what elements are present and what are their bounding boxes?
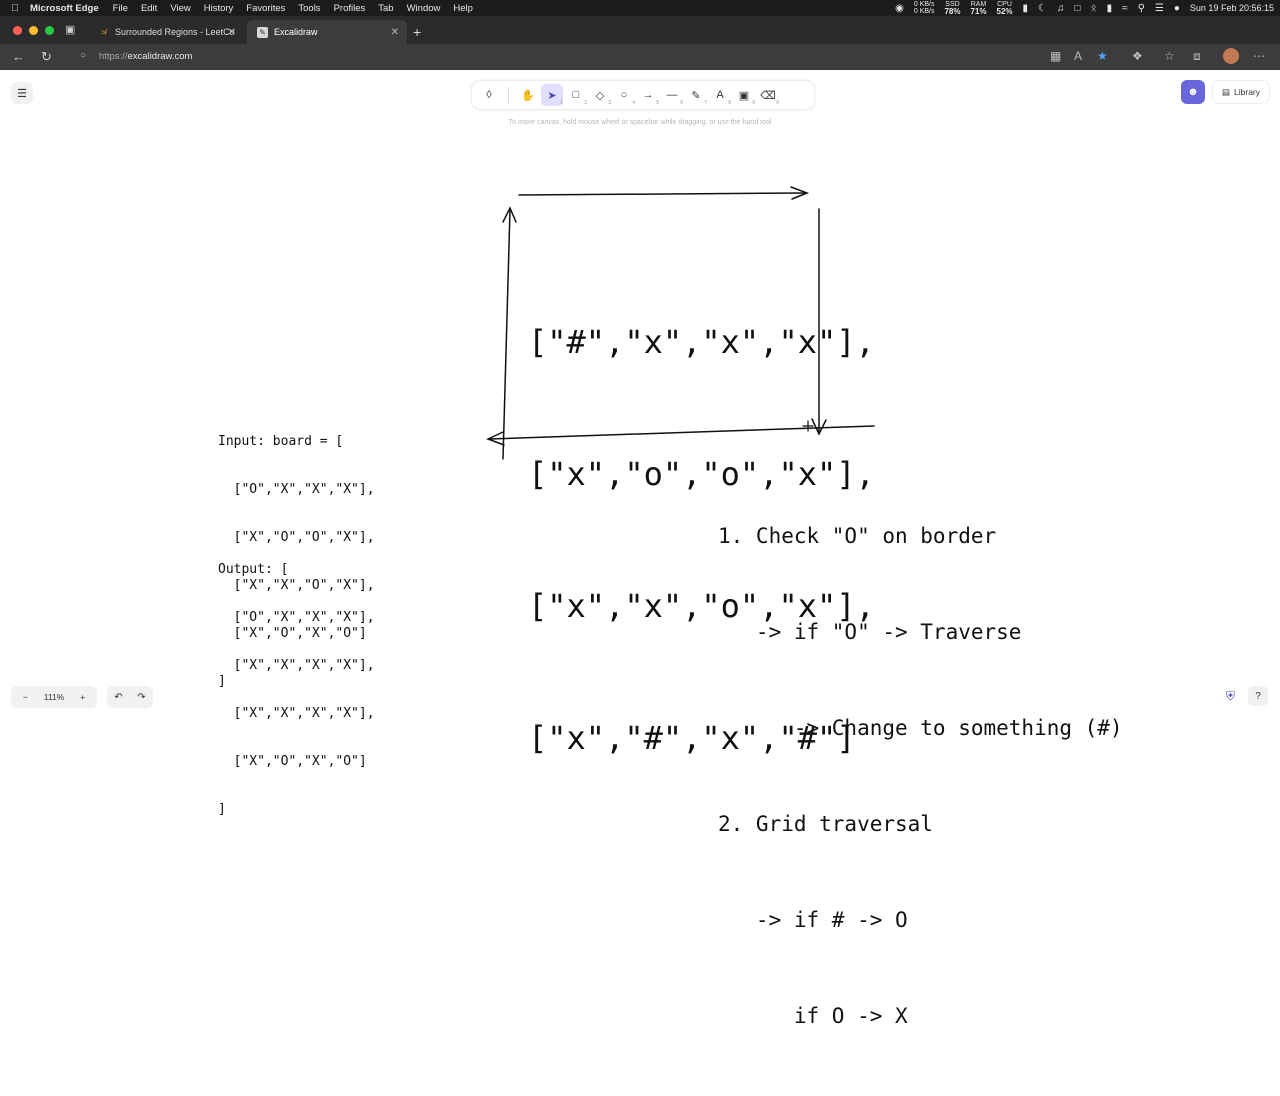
history-controls: ↶ ↷ bbox=[107, 686, 153, 708]
bluetooth-icon[interactable]: ᛟ bbox=[1091, 3, 1097, 14]
zoom-controls: − 111% + bbox=[11, 686, 97, 708]
menu-bar:  Microsoft Edge File Edit View History … bbox=[0, 0, 1280, 16]
more-icon[interactable]: ⋯ bbox=[1253, 49, 1265, 63]
address-bar: ← ↻ ○ https://excalidraw.com ▦ A ★ ❖ ☆ ⧈… bbox=[0, 44, 1280, 70]
favorite-star-icon[interactable]: ★ bbox=[1097, 49, 1108, 63]
collections-icon[interactable]: ⧈ bbox=[1193, 49, 1201, 64]
battery-icon[interactable]: ▮ bbox=[1023, 3, 1029, 14]
tab-excalidraw[interactable]: ✎ Excalidraw ✕ bbox=[247, 20, 407, 44]
refresh-icon[interactable]: ↻ bbox=[41, 49, 52, 65]
network-stat: 0 KB/s 0 KB/s bbox=[913, 1, 935, 15]
output-line: ] bbox=[218, 802, 226, 817]
back-icon[interactable]: ← bbox=[12, 49, 25, 64]
ssd-stat: SSD 78% bbox=[944, 1, 961, 16]
wifi-icon[interactable]: ≈ bbox=[1122, 3, 1128, 14]
menu-file[interactable]: File bbox=[113, 3, 128, 14]
output-example-text[interactable]: Output: [ ["O","X","X","X"], ["X","X","X… bbox=[218, 530, 375, 850]
cpu-stat: CPU 52% bbox=[996, 1, 1013, 16]
lock-icon[interactable]: ○ bbox=[80, 50, 86, 61]
search-icon[interactable]: ⚲ bbox=[1138, 3, 1145, 14]
output-line: ["O","X","X","X"], bbox=[218, 610, 375, 625]
shield-icon[interactable]: ⛨ bbox=[1226, 689, 1235, 704]
top-arrow-right[interactable] bbox=[518, 186, 810, 200]
clock[interactable]: Sun 19 Feb 20:56:15 bbox=[1190, 3, 1274, 13]
excalidraw-icon: ✎ bbox=[257, 26, 268, 38]
help-icon: ? bbox=[1255, 690, 1261, 702]
tab-leetcode[interactable]: ≯ Surrounded Regions - LeetCo ✕ bbox=[88, 20, 244, 44]
step-line: 1. Check "O" on border bbox=[718, 524, 997, 548]
menu-tools[interactable]: Tools bbox=[298, 3, 320, 14]
battery-level-icon[interactable]: ▮ bbox=[1107, 3, 1113, 14]
tab-title: Excalidraw bbox=[274, 27, 318, 37]
left-arrow-up[interactable] bbox=[502, 206, 517, 460]
zoom-in-button[interactable]: + bbox=[68, 692, 97, 702]
help-button[interactable]: ? bbox=[1248, 686, 1268, 706]
excalidraw-canvas[interactable]: ☰ ◊ ✋ ➤ 1 □ 2 ◇ 3 ○ 4 → 5 —6 ✎ 7 A8 ▣ 9 ⌫ 0 To m… bbox=[0, 70, 1280, 1028]
keyboard-input-icon[interactable]: □ bbox=[1075, 3, 1081, 14]
control-center-icon[interactable]: ☰ bbox=[1155, 3, 1164, 14]
menu-tab[interactable]: Tab bbox=[378, 3, 393, 14]
activity-icon[interactable]: ◉ bbox=[895, 3, 904, 14]
extensions-icon[interactable]: ❖ bbox=[1132, 49, 1143, 63]
algorithm-steps-text[interactable]: 1. Check "O" on border -> if "O" -> Trav… bbox=[718, 456, 1123, 1096]
close-tab-icon[interactable]: ✕ bbox=[391, 27, 399, 38]
step-line: -> if # -> O bbox=[718, 908, 908, 932]
app-name[interactable]: Microsoft Edge bbox=[30, 3, 99, 14]
redo-icon[interactable]: ↷ bbox=[130, 692, 153, 703]
step-line: -> if "O" -> Traverse bbox=[718, 620, 1022, 644]
url-field[interactable]: https://excalidraw.com bbox=[99, 51, 192, 62]
minimize-window-button[interactable] bbox=[29, 26, 38, 35]
tab-actions-icon[interactable]: ▣ bbox=[65, 23, 79, 37]
menu-edit[interactable]: Edit bbox=[141, 3, 157, 14]
headphones-icon[interactable]: ♫ bbox=[1057, 3, 1065, 14]
tab-title: Surrounded Regions - LeetCo bbox=[115, 27, 235, 37]
siri-icon[interactable]: ● bbox=[1174, 3, 1180, 14]
ram-stat: RAM 71% bbox=[970, 1, 987, 16]
step-line: if O -> X bbox=[718, 1004, 908, 1028]
undo-icon[interactable]: ↶ bbox=[107, 692, 130, 703]
close-window-button[interactable] bbox=[13, 26, 22, 35]
input-line: Input: board = [ bbox=[218, 434, 344, 449]
zoom-level[interactable]: 111% bbox=[40, 692, 69, 702]
moon-icon[interactable]: ☾ bbox=[1038, 3, 1047, 14]
favorites-icon[interactable]: ☆ bbox=[1164, 49, 1175, 63]
window-controls bbox=[13, 26, 54, 35]
grid-row: ["#","x","x","x"], bbox=[528, 323, 875, 361]
output-line: ["X","X","X","X"], bbox=[218, 658, 375, 673]
menu-history[interactable]: History bbox=[204, 3, 234, 14]
zoom-out-button[interactable]: − bbox=[11, 692, 40, 702]
apple-icon[interactable]:  bbox=[0, 3, 30, 14]
menu-favorites[interactable]: Favorites bbox=[246, 3, 285, 14]
menu-window[interactable]: Window bbox=[407, 3, 441, 14]
input-line: ["O","X","X","X"], bbox=[218, 482, 375, 497]
step-line: 2. Grid traversal bbox=[718, 812, 933, 836]
menu-help[interactable]: Help bbox=[453, 3, 473, 14]
menu-profiles[interactable]: Profiles bbox=[334, 3, 366, 14]
menu-view[interactable]: View bbox=[170, 3, 190, 14]
step-line: -> Change to something (#) bbox=[718, 716, 1123, 740]
profile-avatar[interactable] bbox=[1223, 48, 1239, 64]
new-tab-icon[interactable]: + bbox=[413, 24, 421, 40]
zoom-window-button[interactable] bbox=[45, 26, 54, 35]
output-line: Output: [ bbox=[218, 562, 289, 577]
output-line: ["X","O","X","O"] bbox=[218, 754, 367, 769]
leetcode-icon: ≯ bbox=[101, 27, 106, 37]
read-aloud-icon[interactable]: A bbox=[1074, 49, 1082, 63]
app-available-icon[interactable]: ▦ bbox=[1050, 49, 1061, 63]
close-tab-icon[interactable]: ✕ bbox=[228, 27, 236, 38]
tab-bar: ▣ ≯ Surrounded Regions - LeetCo ✕ ✎ Exca… bbox=[0, 16, 1280, 44]
status-area: ◉ 0 KB/s 0 KB/s SSD 78% RAM 71% CPU 52% ▮ ☾ … bbox=[895, 0, 1274, 16]
